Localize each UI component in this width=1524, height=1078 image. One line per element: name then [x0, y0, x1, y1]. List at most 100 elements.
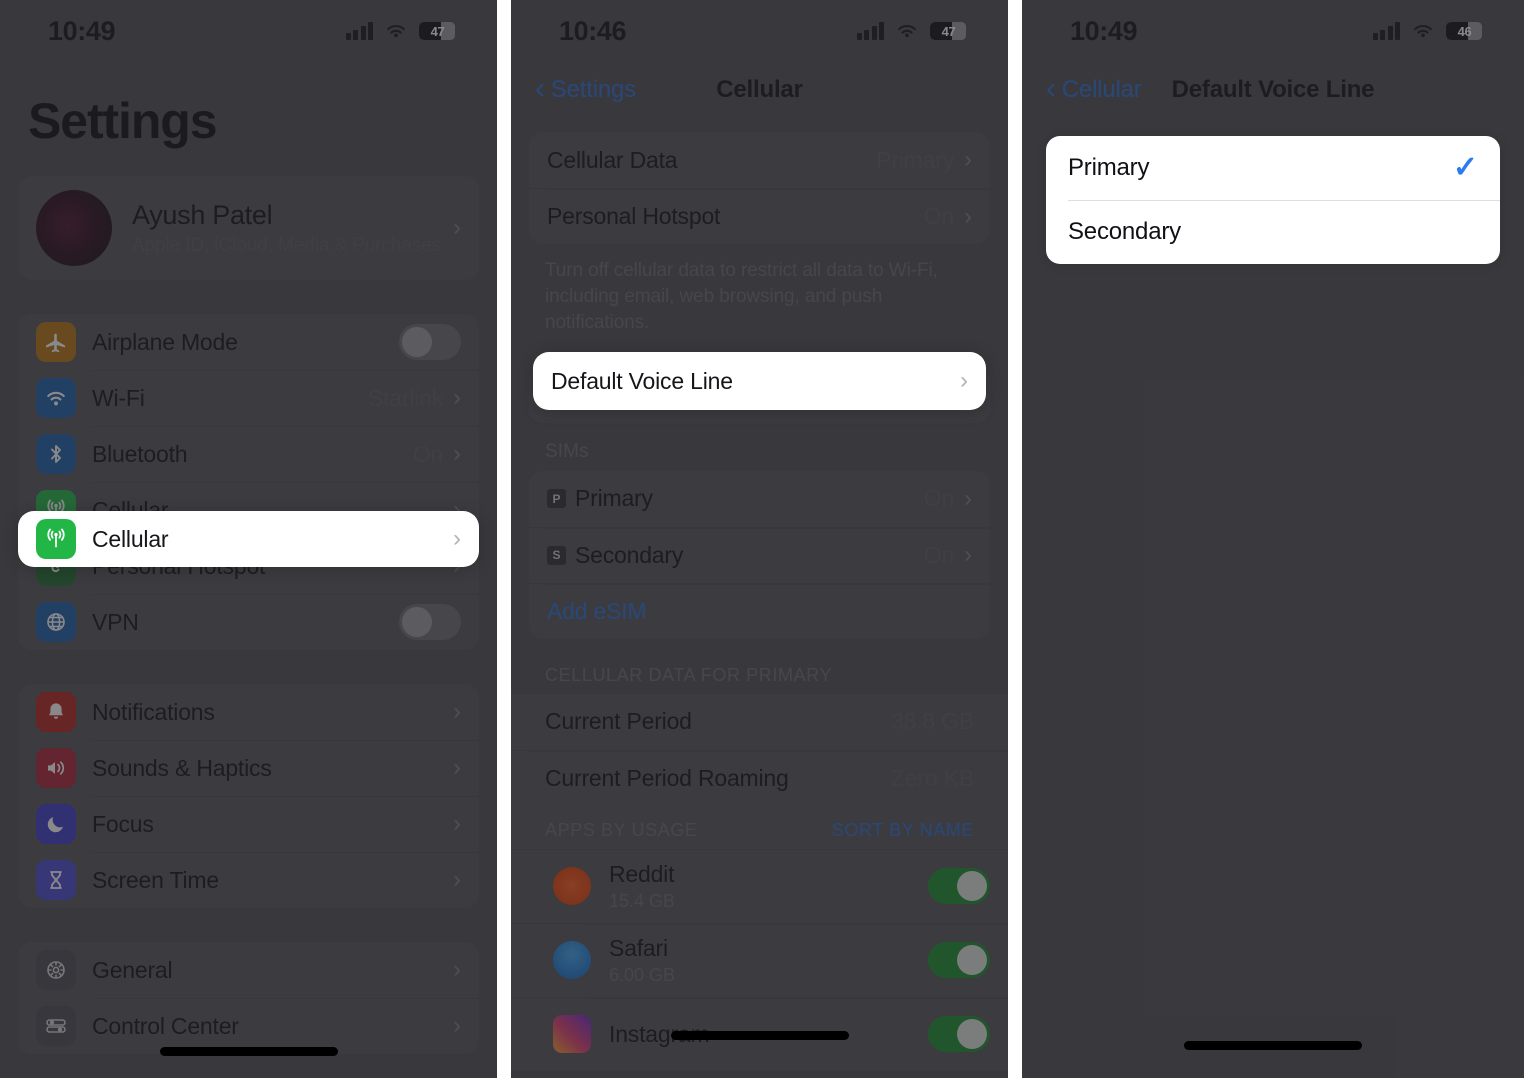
row-current-period: Current Period 38.8 GB: [511, 694, 1008, 750]
panel-cellular: 10:46 47 ‹ Settings Cellular Cellular Da…: [511, 0, 1008, 1078]
battery-percent: 46: [1457, 23, 1472, 39]
chevron-right-icon: ›: [453, 754, 461, 781]
sidebar-item-notifications[interactable]: Notifications ›: [18, 684, 479, 740]
sidebar-item-airplane-mode[interactable]: Airplane Mode: [18, 314, 479, 370]
panel-default-voice-line: 10:49 46 ‹ Cellular Default Voice Line P…: [1022, 0, 1524, 1078]
chevron-right-icon: ›: [453, 214, 461, 241]
chevron-right-icon: ›: [960, 367, 968, 394]
highlighted-cellular-row[interactable]: Cellular ›: [18, 511, 479, 567]
sidebar-item-label: Screen Time: [92, 866, 219, 893]
screen-time-hourglass-icon: [36, 860, 76, 900]
app-row-reddit: Reddit 15.4 GB: [511, 848, 1008, 923]
row-cellular-data[interactable]: Cellular Data Primary ›: [529, 132, 990, 188]
sort-by-name-link[interactable]: SORT BY NAME: [832, 820, 974, 841]
sidebar-item-label: Focus: [92, 810, 154, 837]
row-add-esim[interactable]: Add eSIM: [529, 582, 990, 639]
row-label: Primary: [575, 485, 653, 512]
sidebar-item-control-center[interactable]: Control Center ›: [18, 998, 479, 1054]
highlighted-default-voice-line-row[interactable]: Default Voice Line ›: [533, 352, 986, 410]
choice-row-secondary[interactable]: Secondary: [1046, 200, 1500, 264]
wifi-network-value: Starlink: [367, 384, 443, 411]
highlighted-cellular-label: Cellular: [92, 525, 169, 552]
sim-badge-primary: P: [547, 489, 566, 509]
row-value: 38.8 GB: [891, 708, 974, 735]
usage-group: Current Period 38.8 GB Current Period Ro…: [511, 693, 1008, 1071]
usage-section-header: CELLULAR DATA FOR PRIMARY: [545, 664, 833, 685]
instagram-cellular-toggle[interactable]: [928, 1016, 990, 1053]
battery-percent: 47: [430, 23, 445, 39]
reddit-cellular-toggle[interactable]: [928, 868, 990, 905]
cellular-signal-icon: [1372, 22, 1400, 40]
chevron-right-icon: ›: [964, 484, 972, 512]
sidebar-item-label: Bluetooth: [92, 440, 188, 467]
sidebar-item-label: General: [92, 956, 173, 983]
sidebar-item-general[interactable]: General ›: [18, 942, 479, 998]
highlighted-row-label: Default Voice Line: [551, 367, 733, 394]
sims-group: P Primary On › S Secondary On › Add eSIM: [529, 470, 990, 639]
alerts-group: Notifications › Sounds & Haptics › Focus…: [18, 684, 479, 908]
chevron-right-icon: ›: [453, 698, 461, 725]
sidebar-item-label: Airplane Mode: [92, 328, 238, 355]
sidebar-item-label: Control Center: [92, 1012, 239, 1039]
account-row[interactable]: Ayush Patel Apple ID, iCloud, Media & Pu…: [18, 176, 479, 280]
row-value: On: [923, 541, 954, 568]
choice-label: Secondary: [1068, 218, 1181, 245]
bluetooth-icon: [36, 434, 76, 474]
cellular-data-note: Turn off cellular data to restrict all d…: [545, 260, 938, 334]
back-button[interactable]: ‹ Cellular: [1046, 73, 1142, 104]
sidebar-item-label: Wi-Fi: [92, 384, 145, 411]
sidebar-item-vpn[interactable]: VPN: [18, 594, 479, 650]
battery-indicator: 47: [930, 22, 966, 40]
back-button-label: Cellular: [1061, 76, 1142, 103]
chevron-right-icon: ›: [453, 525, 461, 552]
sidebar-item-label: Sounds & Haptics: [92, 754, 272, 781]
cellular-icon: [36, 519, 76, 559]
sidebar-item-label: VPN: [92, 608, 139, 635]
add-esim-label: Add eSIM: [547, 597, 647, 624]
row-label: Secondary: [575, 541, 684, 568]
sidebar-item-screen-time[interactable]: Screen Time ›: [18, 852, 479, 908]
cellular-signal-icon: [345, 22, 373, 40]
back-button[interactable]: ‹ Settings: [535, 73, 636, 104]
cellular-data-group: Cellular Data Primary › Personal Hotspot…: [529, 132, 990, 244]
row-label: Cellular Data: [547, 146, 678, 173]
row-label: Current Period: [545, 708, 692, 735]
chevron-right-icon: ›: [453, 1012, 461, 1039]
airplane-mode-toggle[interactable]: [399, 324, 461, 360]
panel-divider: [1008, 0, 1022, 1078]
instagram-icon: [553, 1015, 591, 1054]
row-personal-hotspot[interactable]: Personal Hotspot On ›: [529, 188, 990, 244]
safari-cellular-toggle[interactable]: [928, 942, 990, 979]
sidebar-item-wifi[interactable]: Wi-Fi Starlink ›: [18, 370, 479, 426]
row-current-period-roaming: Current Period Roaming Zero KB: [511, 749, 1008, 806]
notifications-bell-icon: [36, 692, 76, 732]
account-subtitle: Apple ID, iCloud, Media & Purchases: [132, 234, 442, 256]
bluetooth-state-value: On: [412, 440, 443, 467]
status-time: 10:46: [559, 15, 627, 46]
sounds-speaker-icon: [36, 748, 76, 788]
row-value: Zero KB: [891, 764, 974, 791]
sidebar-item-label: Notifications: [92, 698, 215, 725]
status-indicators: 47: [856, 22, 966, 40]
row-sim-primary[interactable]: P Primary On ›: [529, 471, 990, 527]
status-time: 10:49: [48, 15, 116, 46]
wifi-icon: [36, 378, 76, 418]
sidebar-item-focus[interactable]: Focus ›: [18, 796, 479, 852]
airplane-icon: [36, 322, 76, 362]
app-size: 6.00 GB: [609, 964, 676, 985]
sims-section-header: SIMs: [545, 440, 589, 462]
sidebar-item-sounds-haptics[interactable]: Sounds & Haptics ›: [18, 740, 479, 796]
back-button-label: Settings: [550, 76, 636, 103]
row-sim-secondary[interactable]: S Secondary On ›: [529, 526, 990, 583]
vpn-toggle[interactable]: [399, 604, 461, 640]
chevron-right-icon: ›: [964, 541, 972, 569]
focus-moon-icon: [36, 804, 76, 844]
row-value: Primary: [876, 146, 954, 173]
safari-icon: [553, 941, 591, 980]
choice-row-primary[interactable]: Primary ✓: [1046, 136, 1500, 200]
app-size: 15.4 GB: [609, 890, 676, 911]
chevron-right-icon: ›: [453, 866, 461, 893]
sidebar-item-bluetooth[interactable]: Bluetooth On ›: [18, 426, 479, 482]
avatar: [36, 190, 112, 266]
status-indicators: 47: [345, 22, 455, 40]
